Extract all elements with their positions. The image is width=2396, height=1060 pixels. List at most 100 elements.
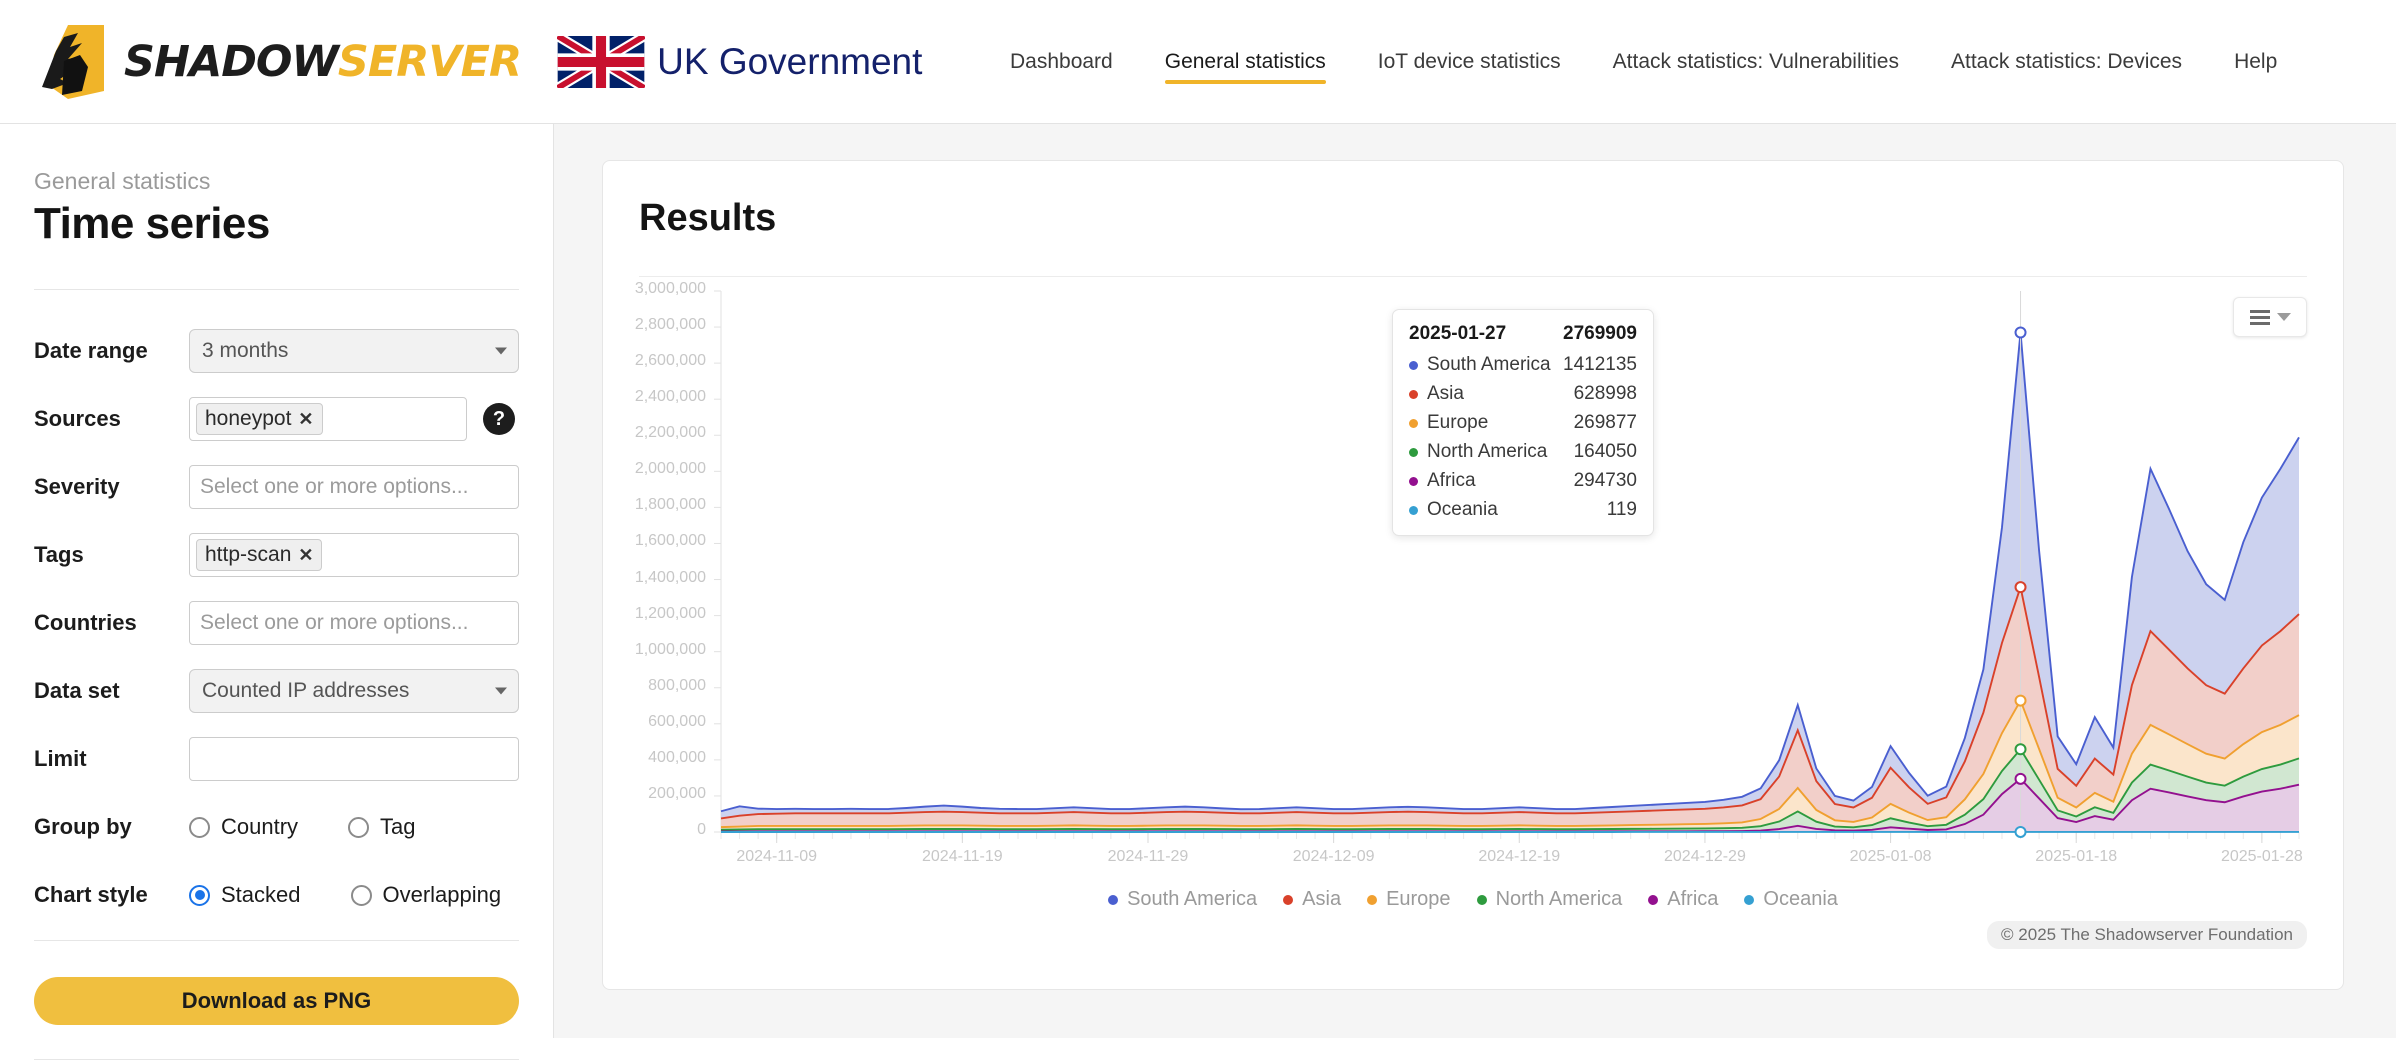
area-band-asia (721, 587, 2299, 832)
group-by-option-country[interactable]: Country (189, 814, 298, 840)
limit-control[interactable] (189, 737, 519, 781)
sources-help-icon[interactable]: ? (483, 403, 515, 435)
field-sources: Sources honeypot ✕ ? (34, 396, 519, 442)
series-color-dot (1283, 895, 1293, 905)
y-axis-tick-label: 2,600,000 (596, 352, 706, 370)
data-set-select[interactable]: Counted IP addresses (189, 669, 519, 713)
series-color-dot (1409, 419, 1418, 428)
series-color-dot (1409, 448, 1418, 457)
radio-unchecked-icon[interactable] (189, 817, 210, 838)
data-set-label: Data set (34, 678, 189, 704)
sources-input[interactable]: honeypot ✕ (189, 397, 467, 441)
tags-input[interactable]: http-scan ✕ (189, 533, 519, 577)
hamburger-icon (2250, 310, 2270, 325)
brand-logo[interactable]: SHADOWSERVER (0, 25, 521, 99)
legend-item-north-america[interactable]: North America (1477, 888, 1623, 911)
radio-unchecked-icon[interactable] (348, 817, 369, 838)
severity-control[interactable]: Select one or more options... (189, 465, 519, 509)
field-date-range: Date range 3 months (34, 328, 519, 374)
legend-item-europe[interactable]: Europe (1367, 888, 1451, 911)
legend-label: Africa (1667, 888, 1718, 911)
series-color-dot (1108, 895, 1118, 905)
legend-item-south-america[interactable]: South America (1108, 888, 1257, 911)
sources-token-honeypot[interactable]: honeypot ✕ (196, 403, 323, 435)
nav-item-help[interactable]: Help (2234, 44, 2277, 80)
date-range-select[interactable]: 3 months (189, 329, 519, 373)
x-axis-tick-label: 2025-01-28 (2192, 848, 2332, 866)
countries-label: Countries (34, 610, 189, 636)
tooltip-series-value: 164050 (1574, 441, 1637, 463)
group-by-option-tag[interactable]: Tag (348, 814, 415, 840)
radio-checked-icon[interactable] (189, 885, 210, 906)
date-range-label: Date range (34, 338, 189, 364)
tags-control[interactable]: http-scan ✕ (189, 533, 519, 577)
tooltip-series-name: Oceania (1427, 499, 1607, 521)
legend-item-africa[interactable]: Africa (1648, 888, 1718, 911)
y-axis-tick-label: 0 (596, 821, 706, 839)
legend-item-asia[interactable]: Asia (1283, 888, 1341, 911)
legend-item-oceania[interactable]: Oceania (1744, 888, 1838, 911)
group-by-tag-label: Tag (380, 814, 415, 840)
countries-control[interactable]: Select one or more options... (189, 601, 519, 645)
download-as-png-button[interactable]: Download as PNG (34, 977, 519, 1025)
x-axis-tick-label: 2024-11-09 (707, 848, 847, 866)
data-set-control[interactable]: Counted IP addresses (189, 669, 519, 713)
y-axis-tick-label: 2,200,000 (596, 424, 706, 442)
chevron-down-icon (495, 688, 507, 695)
results-card: Results 2025-01-27 2769909 South America (602, 160, 2344, 990)
legend-label: Oceania (1763, 888, 1838, 911)
chart-tooltip: 2025-01-27 2769909 South America 1412135… (1392, 309, 1654, 536)
chart-style-option-overlapping[interactable]: Overlapping (351, 882, 502, 908)
series-color-dot (1409, 361, 1418, 370)
tooltip-series-name: Asia (1427, 383, 1574, 405)
brand-wordmark-shadow: SHADOW (124, 37, 338, 87)
chart-style-stacked-label: Stacked (221, 882, 301, 908)
legend-label: South America (1127, 888, 1257, 911)
nav-item-attack-statistics-devices[interactable]: Attack statistics: Devices (1951, 44, 2182, 80)
group-by-options: Country Tag (189, 814, 466, 840)
tooltip-total: 2769909 (1563, 323, 1637, 345)
filters-form: Date range 3 months Sources honeypot ✕ (34, 290, 519, 918)
series-color-dot (1648, 895, 1658, 905)
time-series-chart[interactable]: 2025-01-27 2769909 South America 1412135… (603, 277, 2343, 967)
date-range-control[interactable]: 3 months (189, 329, 519, 373)
data-set-value: Counted IP addresses (202, 679, 409, 703)
download-section: Download as PNG (34, 941, 519, 1025)
nav-item-dashboard[interactable]: Dashboard (1010, 44, 1113, 80)
radio-unchecked-icon[interactable] (351, 885, 372, 906)
nav-item-attack-statistics-vulnerabilities[interactable]: Attack statistics: Vulnerabilities (1613, 44, 1899, 80)
remove-token-icon[interactable]: ✕ (298, 409, 313, 430)
tags-token-http-scan[interactable]: http-scan ✕ (196, 539, 322, 571)
sidebar-kicker: General statistics (34, 168, 519, 195)
limit-input[interactable] (189, 737, 519, 781)
nav-item-iot-device-statistics[interactable]: IoT device statistics (1378, 44, 1561, 80)
series-color-dot (1409, 506, 1418, 515)
legend-label: Asia (1302, 888, 1341, 911)
page-body: General statistics Time series Date rang… (0, 124, 2396, 1038)
group-by-label: Group by (34, 814, 189, 840)
countries-input[interactable]: Select one or more options... (189, 601, 519, 645)
tooltip-series-name: Africa (1427, 470, 1574, 492)
app-header: SHADOWSERVER UK Government Dashboard Gen… (0, 0, 2396, 124)
remove-token-icon[interactable]: ✕ (298, 545, 313, 566)
field-tags: Tags http-scan ✕ (34, 532, 519, 578)
shadowserver-emblem-icon (34, 25, 112, 99)
data-point-marker-africa (2016, 774, 2026, 784)
y-axis-tick-label: 3,000,000 (596, 280, 706, 298)
filters-sidebar: General statistics Time series Date rang… (0, 124, 554, 1038)
y-axis-tick-label: 1,800,000 (596, 496, 706, 514)
chart-style-option-stacked[interactable]: Stacked (189, 882, 301, 908)
series-color-dot (1367, 895, 1377, 905)
y-axis-tick-label: 2,800,000 (596, 316, 706, 334)
tooltip-series-value: 119 (1607, 499, 1637, 521)
chart-menu-button[interactable] (2233, 297, 2307, 337)
y-axis-tick-label: 1,000,000 (596, 641, 706, 659)
series-color-dot (1409, 477, 1418, 486)
sources-control[interactable]: honeypot ✕ (189, 397, 467, 441)
tooltip-row: Africa 294730 (1409, 470, 1637, 492)
tooltip-series-name: South America (1427, 354, 1563, 376)
nav-item-general-statistics[interactable]: General statistics (1165, 44, 1326, 80)
data-point-marker-europe (2016, 696, 2026, 706)
field-countries: Countries Select one or more options... (34, 600, 519, 646)
severity-input[interactable]: Select one or more options... (189, 465, 519, 509)
